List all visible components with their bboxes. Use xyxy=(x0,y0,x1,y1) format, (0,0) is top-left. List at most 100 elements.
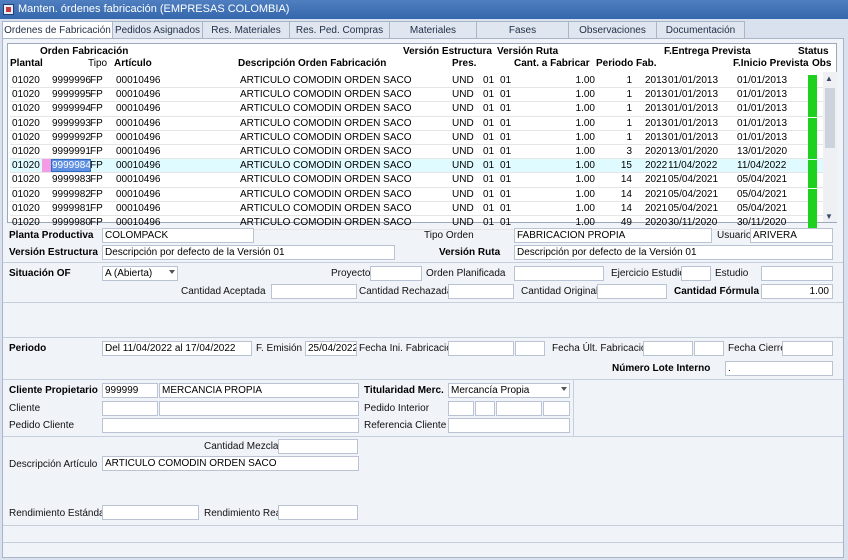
table-row[interactable]: 01020 9999993 FP 00010496 ARTICULO COMODIN O… xyxy=(10,117,826,132)
cantidad-original-field[interactable] xyxy=(597,284,667,299)
rendimiento-real-field[interactable] xyxy=(278,505,358,520)
titularidad-merc-select[interactable]: Mercancía Propia xyxy=(448,383,570,398)
table-row[interactable]: 01020 9999991 FP 00010496 ARTICULO COMODIN O… xyxy=(10,145,826,160)
cell-version-ruta: 01 xyxy=(500,216,512,228)
cell-orden-fabricacion: 9999983 xyxy=(52,174,91,186)
planta-productiva-field[interactable]: COLOMPACK xyxy=(102,228,254,243)
ejercicio-estudio-field[interactable] xyxy=(681,266,711,281)
table-row[interactable]: 01020 9999984 FP 00010496 ARTICULO COMODIN O… xyxy=(10,159,826,175)
fecha-ini-fabricacion-date[interactable] xyxy=(448,341,514,356)
tab-res-ped-compras[interactable]: Res. Ped. Compras xyxy=(290,21,390,39)
cell-tipo: FP xyxy=(90,188,103,200)
cantidad-formula-field[interactable]: 1.00 xyxy=(761,284,833,299)
table-row[interactable]: 01020 9999981 FP 00010496 ARTICULO COMODIN O… xyxy=(10,202,826,217)
situacion-of-value: A (Abierta) xyxy=(105,268,153,279)
scroll-thumb[interactable] xyxy=(825,88,835,148)
cell-pres: UND xyxy=(452,89,474,101)
cell-planta: 01020 xyxy=(12,131,40,143)
pedido-interior-part2[interactable] xyxy=(475,401,495,416)
numero-lote-interno-label: Número Lote Interno xyxy=(612,363,711,374)
table-row[interactable]: 01020 9999994 FP 00010496 ARTICULO COMODIN O… xyxy=(10,102,826,118)
divider xyxy=(3,262,843,263)
cell-pres: UND xyxy=(452,202,474,214)
grid-vertical-scrollbar[interactable]: ▲ ▼ xyxy=(823,72,837,222)
table-row[interactable]: 01020 9999992 FP 00010496 ARTICULO COMODIN O… xyxy=(10,131,826,146)
cell-descripcion: ARTICULO COMODIN ORDEN SACO xyxy=(240,202,412,214)
chevron-down-icon[interactable] xyxy=(561,387,567,391)
cell-version-estructura: 01 xyxy=(483,160,495,172)
cell-orden-fabricacion: 9999992 xyxy=(52,131,91,143)
cell-pres: UND xyxy=(452,188,474,200)
scroll-up-icon[interactable]: ▲ xyxy=(825,74,833,83)
cell-tipo: FP xyxy=(90,89,103,101)
orden-planificada-field[interactable] xyxy=(514,266,604,281)
cell-version-estructura: 01 xyxy=(483,145,495,157)
f-emision-field[interactable]: 25/04/2022 xyxy=(305,341,357,356)
tab-fases[interactable]: Fases xyxy=(477,21,569,39)
tab-pedidos-asignados[interactable]: Pedidos Asignados xyxy=(113,21,203,39)
cantidad-rechazada-field[interactable] xyxy=(448,284,514,299)
cantidad-aceptada-field[interactable] xyxy=(271,284,357,299)
tab-documentacion[interactable]: Documentación xyxy=(657,21,745,39)
app-icon xyxy=(3,4,14,15)
cell-version-estructura: 01 xyxy=(483,117,495,129)
cell-tipo: FP xyxy=(90,117,103,129)
header-f-inicio[interactable]: F.Inicio Prevista xyxy=(733,58,809,69)
cell-orden-fabricacion: 9999982 xyxy=(52,188,91,200)
cell-fecha-entrega: 05/04/2021 xyxy=(668,202,719,214)
descripcion-articulo-field[interactable]: ARTICULO COMODIN ORDEN SACO xyxy=(102,456,359,471)
tab-materiales[interactable]: Materiales xyxy=(390,21,477,39)
table-row[interactable]: 01020 9999982 FP 00010496 ARTICULO COMODIN O… xyxy=(10,188,826,203)
header-cant[interactable]: Cant. a Fabricar xyxy=(514,58,590,69)
fecha-ini-fabricacion-time[interactable] xyxy=(515,341,545,356)
cell-descripcion: ARTICULO COMODIN ORDEN SACO xyxy=(240,131,412,143)
chevron-down-icon[interactable] xyxy=(169,270,175,274)
pedido-interior-part1[interactable] xyxy=(448,401,474,416)
fecha-ult-fabricacion-date[interactable] xyxy=(643,341,693,356)
main-panel: Orden Fabricación Versión Estructura Ver… xyxy=(2,38,844,558)
header-articulo[interactable]: Artículo xyxy=(114,58,152,69)
tab-observaciones[interactable]: Observaciones xyxy=(569,21,657,39)
fecha-cierre-field[interactable] xyxy=(782,341,833,356)
referencia-cliente-field[interactable] xyxy=(448,418,570,433)
tab-ordenes-fabricacion[interactable]: Ordenes de Fabricación xyxy=(2,21,113,39)
pedido-cliente-field[interactable] xyxy=(102,418,359,433)
header-obs[interactable]: Obs xyxy=(812,58,831,69)
version-ruta-field[interactable]: Descripción por defecto de la Versión 01 xyxy=(514,245,833,260)
pedido-interior-part4[interactable] xyxy=(543,401,570,416)
cell-version-ruta: 01 xyxy=(500,174,512,186)
estudio-field[interactable] xyxy=(761,266,833,281)
numero-lote-interno-field[interactable]: . xyxy=(725,361,833,376)
cell-descripcion: ARTICULO COMODIN ORDEN SACO xyxy=(240,216,412,228)
tab-res-materiales[interactable]: Res. Materiales xyxy=(203,21,290,39)
header-periodo-fab[interactable]: Periodo Fab. xyxy=(596,58,657,69)
header-tipo[interactable]: Tipo xyxy=(88,58,107,69)
cell-pres: UND xyxy=(452,103,474,115)
tipo-orden-field[interactable]: FABRICACION PROPIA xyxy=(514,228,712,243)
cell-orden-fabricacion: 9999981 xyxy=(52,202,91,214)
cliente-propietario-code[interactable]: 999999 xyxy=(102,383,158,398)
cliente-name[interactable] xyxy=(159,401,359,416)
table-row[interactable]: 01020 9999983 FP 00010496 ARTICULO COMODIN O… xyxy=(10,173,826,189)
cliente-code[interactable] xyxy=(102,401,158,416)
situacion-of-select[interactable]: A (Abierta) xyxy=(102,266,178,281)
proyecto-field[interactable] xyxy=(370,266,422,281)
cell-version-ruta: 01 xyxy=(500,160,512,172)
header-pres[interactable]: Pres. xyxy=(452,58,476,69)
rendimiento-estandar-field[interactable] xyxy=(102,505,199,520)
fecha-ult-fabricacion-time[interactable] xyxy=(694,341,724,356)
header-descripcion[interactable]: Descripción Orden Fabricación xyxy=(238,58,386,69)
version-estructura-field[interactable]: Descripción por defecto de la Versión 01 xyxy=(102,245,395,260)
table-row[interactable]: 01020 9999995 FP 00010496 ARTICULO COMODIN O… xyxy=(10,88,826,104)
scroll-down-icon[interactable]: ▼ xyxy=(825,212,833,221)
referencia-cliente-label: Referencia Cliente xyxy=(364,420,447,431)
pedido-interior-part3[interactable] xyxy=(496,401,542,416)
table-row[interactable]: 01020 9999996 FP 00010496 ARTICULO COMODIN O… xyxy=(10,74,826,89)
cell-articulo: 00010496 xyxy=(116,117,161,129)
cantidad-mezcla-field[interactable] xyxy=(278,439,358,454)
periodo-field[interactable]: Del 11/04/2022 al 17/04/2022 xyxy=(102,341,252,356)
cell-planta: 01020 xyxy=(12,117,40,129)
cliente-propietario-name[interactable]: MERCANCIA PROPIA xyxy=(159,383,359,398)
usuario-field[interactable]: ARIVERA xyxy=(750,228,833,243)
header-planta[interactable]: Plantal xyxy=(10,58,43,69)
